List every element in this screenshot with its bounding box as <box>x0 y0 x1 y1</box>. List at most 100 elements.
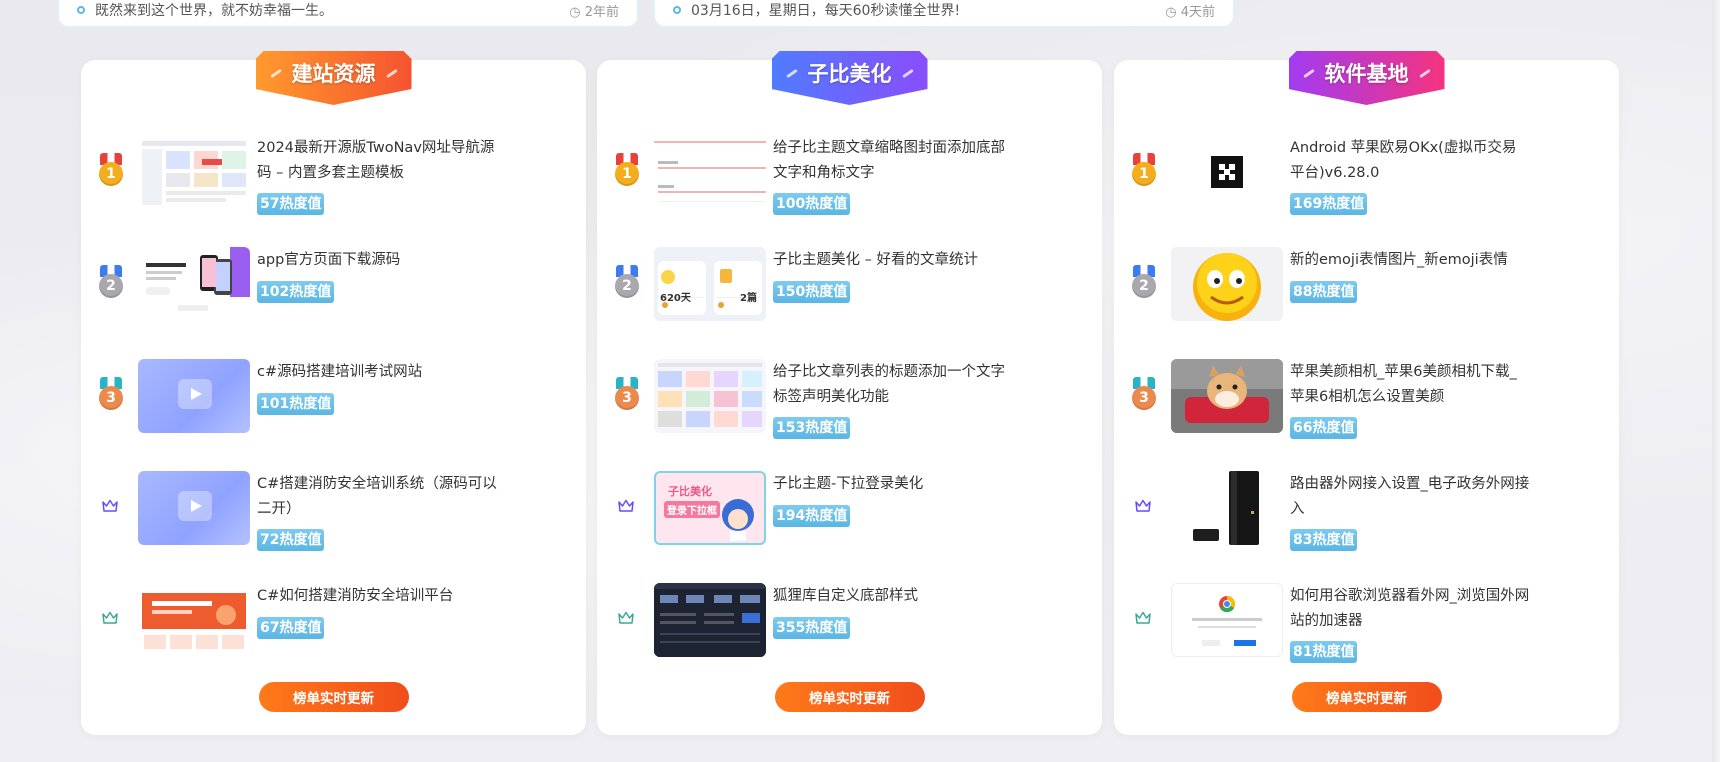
crown-icon <box>618 611 634 624</box>
item-title[interactable]: 路由器外网接入设置_电子政务外网接入 <box>1290 472 1530 522</box>
thumb-text-line2: 登录下拉框 <box>664 501 720 518</box>
item-title[interactable]: C#搭建消防安全培训系统（源码可以二开） <box>257 472 497 522</box>
thumbnail[interactable] <box>138 359 250 433</box>
list-item[interactable]: 路由器外网接入设置_电子政务外网接入 83热度值 <box>1114 466 1619 551</box>
medal-icon: 3 <box>614 377 640 411</box>
ranking-update-button[interactable]: 榜单实时更新 <box>774 682 925 712</box>
list-item[interactable]: C#如何搭建消防安全培训平台 67热度值 <box>81 578 586 658</box>
list-item[interactable]: 1 给子比主题文章缩略图封面添加底部文字和角标文字 100热度值 <box>597 130 1102 215</box>
list-item[interactable]: 2 620天 2篇 子比主题美化 – 好看的文章统计 150热度值 <box>597 242 1102 322</box>
thumbnail[interactable] <box>1171 247 1283 321</box>
heat-badge: 150热度值 <box>773 281 851 303</box>
thumbnail[interactable] <box>138 135 250 209</box>
medal-icon: 1 <box>98 153 124 187</box>
panel-title-ribbon: 子比美化 <box>771 51 928 105</box>
page-edge <box>1712 0 1720 762</box>
thumbnail[interactable]: 620天 2篇 <box>654 247 766 321</box>
thumbnail[interactable] <box>1171 359 1283 433</box>
item-title[interactable]: 2024最新开源版TwoNav网址导航源码 – 内置多套主题模板 <box>257 136 497 186</box>
crown-icon <box>1135 499 1151 512</box>
thumbnail[interactable] <box>654 359 766 433</box>
crown-icon <box>102 611 118 624</box>
item-title[interactable]: app官方页面下载源码 <box>257 248 497 273</box>
panel-title-ribbon: 软件基地 <box>1288 51 1445 105</box>
list-item[interactable]: 狐狸库自定义底部样式 355热度值 <box>597 578 1102 658</box>
heat-badge: 355热度值 <box>773 617 851 639</box>
thumbnail[interactable] <box>654 583 766 657</box>
thumbnail[interactable] <box>1171 583 1283 657</box>
list-item[interactable]: 3 苹果美颜相机_苹果6美颜相机下载_苹果6相机怎么设置美颜 66热度值 <box>1114 354 1619 439</box>
ranking-panel-zibi-beautify: 子比美化 1 给子比主题文章缩略图封面添加底部文字和角标文字 100热度值 2 <box>597 51 1102 735</box>
thumbnail[interactable] <box>1171 471 1283 545</box>
medal-icon: 3 <box>1131 377 1157 411</box>
list-item[interactable]: C#搭建消防安全培训系统（源码可以二开） 72热度值 <box>81 466 586 551</box>
list-item[interactable]: 3 给子比文章列表的标题添加一个文字标签声明美化功能 153热度值 <box>597 354 1102 439</box>
thumbnail[interactable] <box>1171 135 1283 209</box>
list-item[interactable]: 如何用谷歌浏览器看外网_浏览国外网站的加速器 81热度值 <box>1114 578 1619 663</box>
ranking-panel-software-base: 软件基地 1 Android 苹果欧易OKx(虚拟币交易平台)v6.28.0 1… <box>1114 51 1619 735</box>
stat-count-text: 2篇 <box>740 293 757 304</box>
thumbnail[interactable] <box>138 247 250 321</box>
notice-time: ◷ 4天前 <box>1165 4 1215 20</box>
heat-badge: 101热度值 <box>257 393 335 415</box>
clock-icon: ◷ <box>569 4 585 20</box>
heat-badge: 72热度值 <box>257 529 325 551</box>
heat-badge: 169热度值 <box>1290 193 1368 215</box>
item-title[interactable]: 子比主题-下拉登录美化 <box>773 472 1013 497</box>
notice-card[interactable]: 既然来到这个世界，就不妨幸福一生。 ◷ 2年前 <box>57 0 639 28</box>
circle-icon <box>673 6 681 14</box>
ranking-panel-site-resources: 建站资源 1 2024最新开源版TwoNav网址导航源码 – 内置多套主题模板 … <box>81 51 586 735</box>
heat-badge: 88热度值 <box>1290 281 1358 303</box>
list-item[interactable]: 2 新的emoji表情图片_新emoji表情 88热度值 <box>1114 242 1619 322</box>
thumbnail[interactable]: 子比美化 登录下拉框 <box>654 471 766 545</box>
item-title[interactable]: c#源码搭建培训考试网站 <box>257 360 497 385</box>
thumb-text-line1: 子比美化 <box>668 485 712 498</box>
item-title[interactable]: 给子比主题文章缩略图封面添加底部文字和角标文字 <box>773 136 1013 186</box>
heat-badge: 194热度值 <box>773 505 851 527</box>
thumbnail[interactable] <box>138 583 250 657</box>
stat-days-text: 620天 <box>660 293 691 304</box>
list-item[interactable]: 1 Android 苹果欧易OKx(虚拟币交易平台)v6.28.0 169热度值 <box>1114 130 1619 215</box>
medal-icon: 2 <box>1131 265 1157 299</box>
circle-icon <box>77 6 85 14</box>
panel-title-ribbon: 建站资源 <box>255 51 412 105</box>
heat-badge: 100热度值 <box>773 193 851 215</box>
medal-icon: 2 <box>614 265 640 299</box>
item-title[interactable]: 狐狸库自定义底部样式 <box>773 584 1013 609</box>
item-title[interactable]: 新的emoji表情图片_新emoji表情 <box>1290 248 1530 273</box>
crown-icon <box>102 499 118 512</box>
medal-icon: 3 <box>98 377 124 411</box>
medal-icon: 1 <box>614 153 640 187</box>
item-title[interactable]: 子比主题美化 – 好看的文章统计 <box>773 248 1013 273</box>
heat-badge: 57热度值 <box>257 193 325 215</box>
crown-icon <box>1135 611 1151 624</box>
ranking-update-button[interactable]: 榜单实时更新 <box>1291 682 1442 712</box>
heat-badge: 102热度值 <box>257 281 335 303</box>
heat-badge: 153热度值 <box>773 417 851 439</box>
list-item[interactable]: 3 c#源码搭建培训考试网站 101热度值 <box>81 354 586 434</box>
notice-text: 03月16日，星期日，每天60秒读懂全世界! <box>691 3 961 19</box>
notice-time: ◷ 2年前 <box>569 4 619 20</box>
heat-badge: 66热度值 <box>1290 417 1358 439</box>
heat-badge: 83热度值 <box>1290 529 1358 551</box>
item-title[interactable]: C#如何搭建消防安全培训平台 <box>257 584 497 609</box>
notice-card[interactable]: 03月16日，星期日，每天60秒读懂全世界! ◷ 4天前 <box>653 0 1235 28</box>
list-item[interactable]: 1 2024最新开源版TwoNav网址导航源码 – 内置多套主题模板 57热度值 <box>81 130 586 215</box>
play-icon <box>178 379 212 409</box>
clock-icon: ◷ <box>1165 4 1181 20</box>
notice-text: 既然来到这个世界，就不妨幸福一生。 <box>95 3 333 19</box>
item-title[interactable]: 苹果美颜相机_苹果6美颜相机下载_苹果6相机怎么设置美颜 <box>1290 360 1530 410</box>
item-title[interactable]: Android 苹果欧易OKx(虚拟币交易平台)v6.28.0 <box>1290 136 1530 186</box>
item-title[interactable]: 给子比文章列表的标题添加一个文字标签声明美化功能 <box>773 360 1013 410</box>
heat-badge: 67热度值 <box>257 617 325 639</box>
list-item[interactable]: 2 app官方页面下载源码 102热度值 <box>81 242 586 322</box>
item-title[interactable]: 如何用谷歌浏览器看外网_浏览国外网站的加速器 <box>1290 584 1530 634</box>
crown-icon <box>618 499 634 512</box>
heat-badge: 81热度值 <box>1290 641 1358 663</box>
thumbnail[interactable] <box>654 135 766 209</box>
medal-icon: 2 <box>98 265 124 299</box>
thumbnail[interactable] <box>138 471 250 545</box>
list-item[interactable]: 子比美化 登录下拉框 子比主题-下拉登录美化 194热度值 <box>597 466 1102 546</box>
medal-icon: 1 <box>1131 153 1157 187</box>
ranking-update-button[interactable]: 榜单实时更新 <box>258 682 409 712</box>
